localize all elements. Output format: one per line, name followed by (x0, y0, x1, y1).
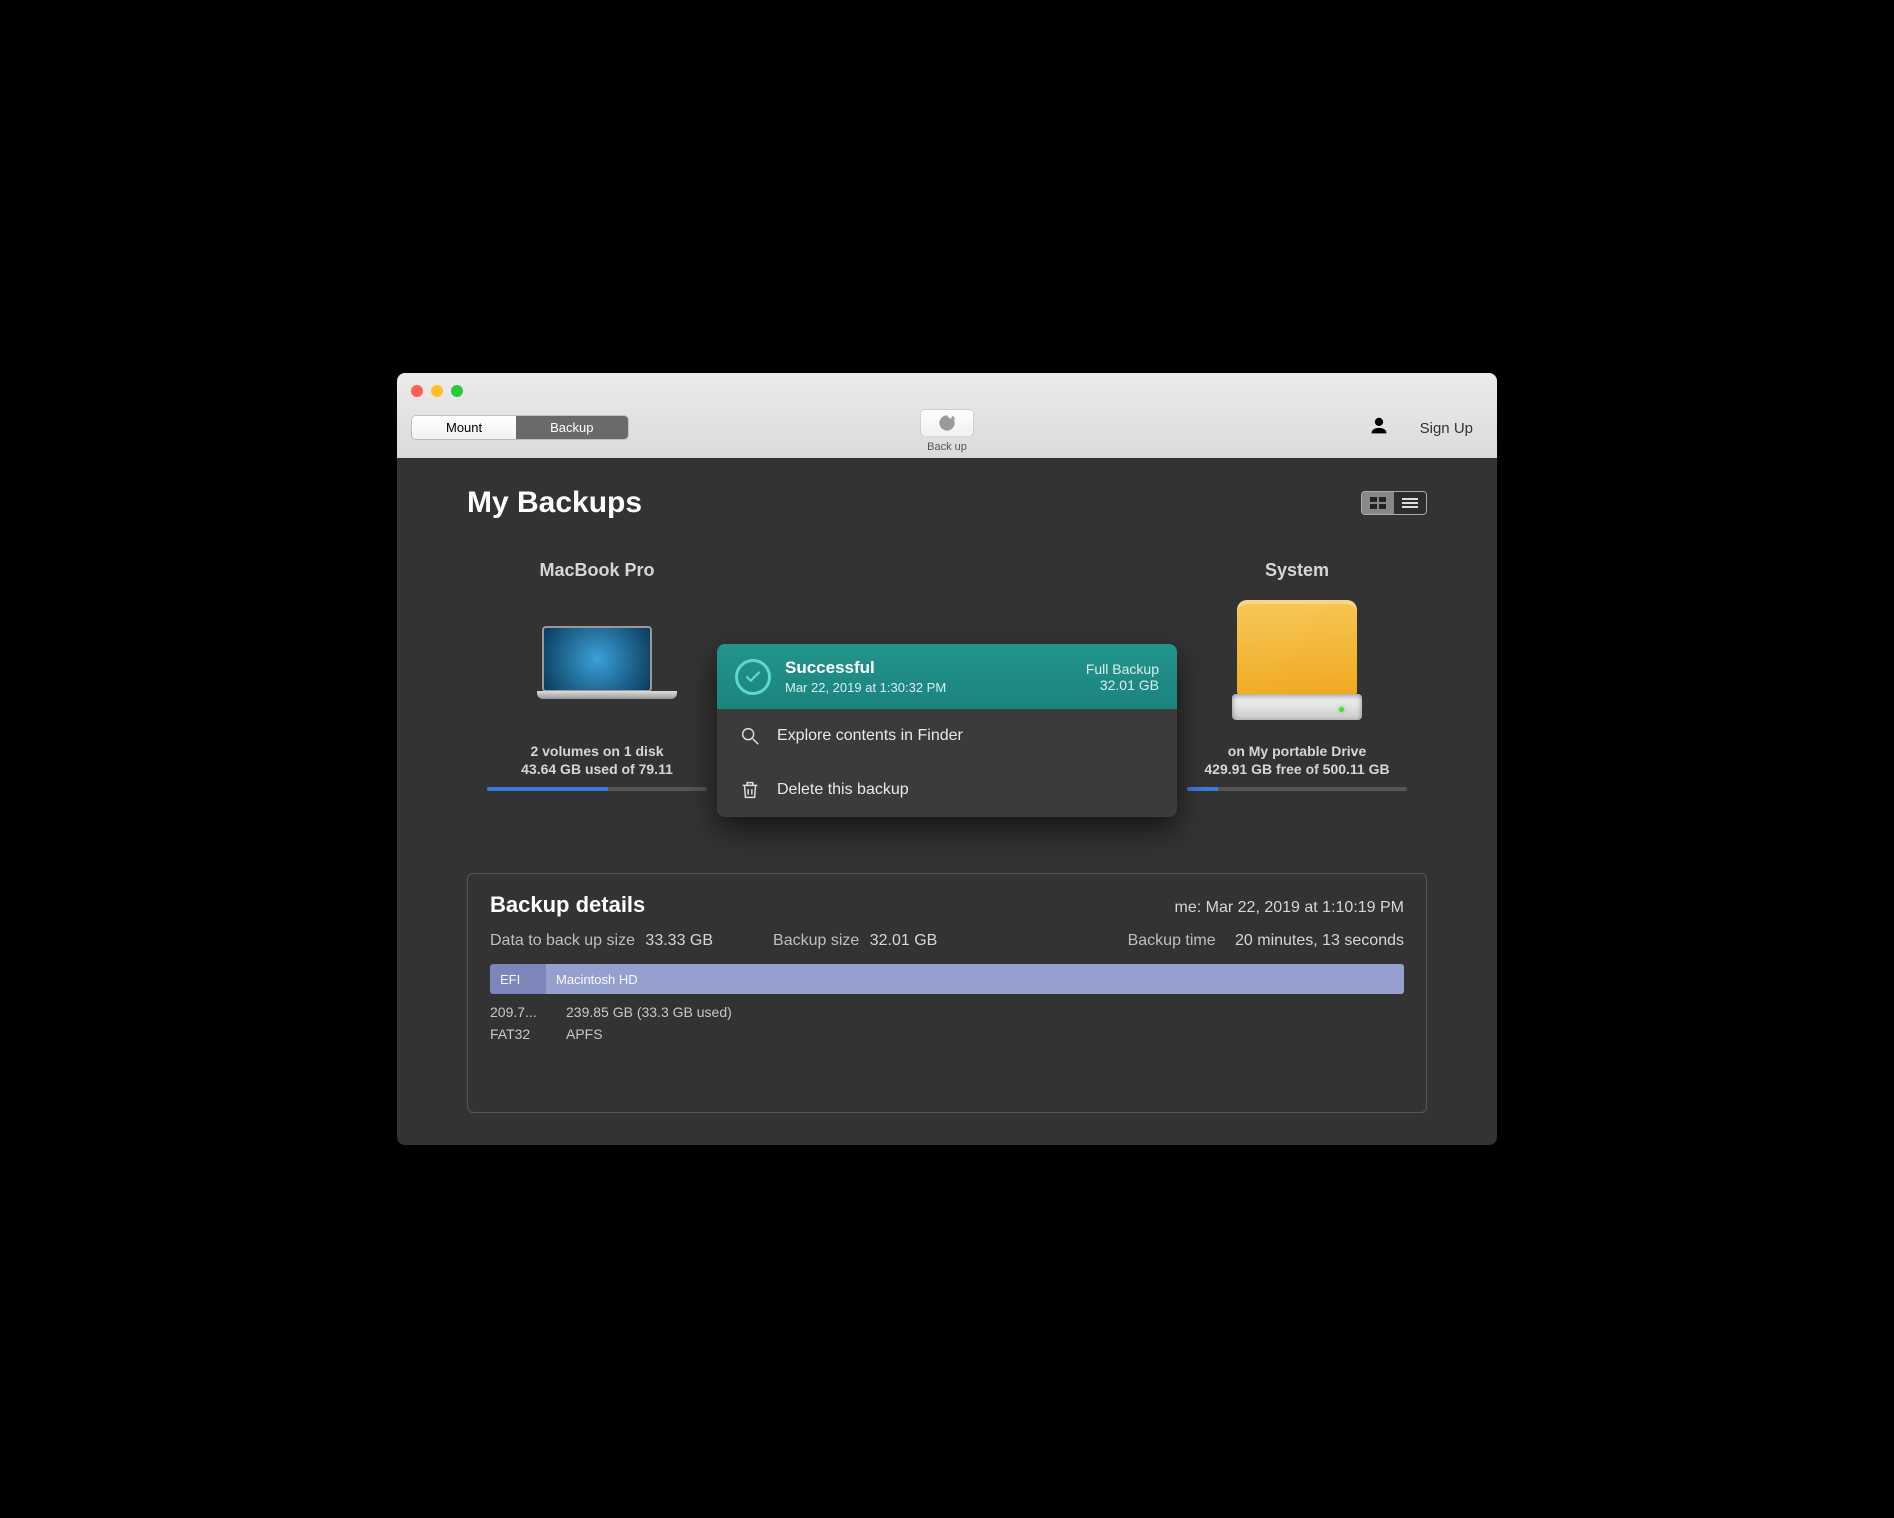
backup-details-panel: Backup details me: Mar 22, 2019 at 1:10:… (467, 873, 1427, 1113)
status-check-icon (735, 659, 771, 695)
drive-icon (1167, 605, 1427, 725)
data-size-metric: Data to back up size 33.33 GB (490, 932, 713, 950)
close-window-button[interactable] (411, 385, 423, 397)
source-capacity-line: 43.64 GB used of 79.11 (467, 761, 727, 777)
page-title: My Backups (467, 486, 642, 520)
list-view-icon (1402, 497, 1418, 509)
mode-segmented-control: Mount Backup (411, 415, 629, 440)
popover-backup-size: 32.01 GB (1086, 677, 1159, 693)
trash-icon (739, 779, 761, 801)
target-name: System (1167, 560, 1427, 581)
popover-timestamp: Mar 22, 2019 at 1:30:32 PM (785, 680, 1072, 695)
target-usage-bar (1187, 787, 1407, 791)
source-usage-bar (487, 787, 707, 791)
popover-header: Successful Mar 22, 2019 at 1:30:32 PM Fu… (717, 644, 1177, 709)
search-icon (739, 725, 761, 747)
backup-button-label: Back up (920, 441, 974, 453)
volume-segment-macintosh-hd[interactable]: Macintosh HD (546, 964, 1404, 994)
target-device: System on My portable Drive 429.91 GB fr… (1167, 560, 1427, 791)
source-name: MacBook Pro (467, 560, 727, 581)
signup-link[interactable]: Sign Up (1420, 420, 1473, 437)
creation-time: me: Mar 22, 2019 at 1:10:19 PM (1175, 899, 1404, 917)
details-title: Backup details (490, 892, 645, 918)
explore-in-finder-item[interactable]: Explore contents in Finder (717, 709, 1177, 763)
volume-meta-macintosh-hd: 239.85 GB (33.3 GB used) APFS (566, 1004, 732, 1042)
backup-action: Back up (920, 409, 974, 453)
content-area: My Backups MacBook Pro 2 vol (397, 458, 1497, 1145)
grid-view-icon (1370, 497, 1386, 509)
delete-label: Delete this backup (777, 781, 909, 799)
delete-backup-item[interactable]: Delete this backup (717, 763, 1177, 817)
popover-status: Successful (785, 658, 1072, 678)
backup-arrow-icon (937, 413, 957, 433)
popover-backup-type: Full Backup (1086, 661, 1159, 677)
volume-meta-efi: 209.7... FAT32 (490, 1004, 546, 1042)
volume-bar: EFI Macintosh HD (490, 964, 1404, 994)
view-grid-button[interactable] (1362, 492, 1394, 514)
backup-time-metric: Backup time 20 minutes, 13 seconds (1128, 932, 1404, 950)
zoom-window-button[interactable] (451, 385, 463, 397)
source-volumes-line: 2 volumes on 1 disk (467, 743, 727, 759)
volume-segment-efi[interactable]: EFI (490, 964, 546, 994)
target-capacity-line: 429.91 GB free of 500.11 GB (1167, 761, 1427, 777)
view-list-button[interactable] (1394, 492, 1426, 514)
backup-button[interactable] (920, 409, 974, 437)
backup-popover: Successful Mar 22, 2019 at 1:30:32 PM Fu… (717, 644, 1177, 817)
laptop-icon (467, 605, 727, 725)
tab-mount[interactable]: Mount (412, 416, 516, 439)
view-toggle (1361, 491, 1427, 515)
minimize-window-button[interactable] (431, 385, 443, 397)
window-controls (411, 385, 463, 397)
app-window: Mount Backup Back up Sign Up My Backups (397, 373, 1497, 1145)
titlebar: Mount Backup Back up Sign Up (397, 373, 1497, 458)
backup-size-metric: Backup size 32.01 GB (773, 932, 937, 950)
user-icon[interactable] (1368, 415, 1390, 442)
explore-label: Explore contents in Finder (777, 727, 963, 745)
target-location-line: on My portable Drive (1167, 743, 1427, 759)
source-device: MacBook Pro 2 volumes on 1 disk 43.64 GB… (467, 560, 727, 791)
tab-backup[interactable]: Backup (516, 416, 627, 439)
